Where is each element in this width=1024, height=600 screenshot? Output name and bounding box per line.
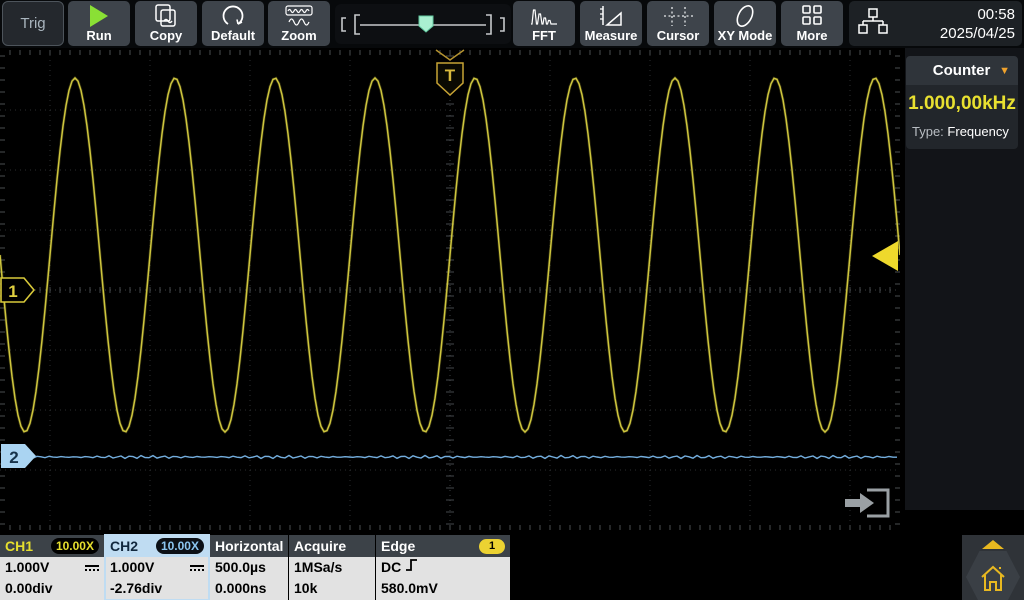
copy-icon: [153, 3, 179, 29]
acquire-status-block[interactable]: Acquire 1MSa/s 10k: [289, 535, 375, 600]
status-bar: CH1 10.00X 1.000V 0.00div CH2 10.00X 1.0…: [0, 535, 1024, 600]
lissajous-ellipse-icon: [731, 3, 759, 29]
timebase-value: 500.0µs: [215, 557, 266, 578]
ch1-offset: 0.00div: [5, 578, 52, 599]
network-lan-icon[interactable]: [856, 5, 888, 42]
cursor-button[interactable]: Cursor: [647, 1, 709, 46]
clock-panel: 00:58 2025/04/25: [849, 1, 1022, 46]
slide-out-arrow-icon[interactable]: [845, 490, 888, 516]
ch2-status-block[interactable]: CH2 10.00X 1.000V -2.76div: [105, 535, 209, 600]
measure-ruler-icon: [597, 3, 625, 29]
grid-squares-icon: [799, 3, 825, 29]
trigger-source-badge: 1: [479, 539, 505, 554]
cursor-crosshair-icon: [662, 3, 694, 29]
counter-type-value: Frequency: [947, 124, 1008, 139]
ch2-offset: -2.76div: [110, 578, 162, 599]
counter-title: Counter: [924, 62, 999, 79]
time-display: 00:58: [940, 5, 1015, 24]
xy-mode-button[interactable]: XY Mode: [714, 1, 776, 46]
horizontal-label: Horizontal: [215, 538, 283, 554]
dc-coupling-icon: [190, 565, 204, 571]
ch1-probe-badge: 10.00X: [51, 538, 99, 554]
slider-thumb[interactable]: [419, 16, 433, 32]
home-icon[interactable]: [978, 563, 1008, 598]
date-display: 2025/04/25: [940, 24, 1015, 43]
measure-button[interactable]: Measure: [580, 1, 642, 46]
top-toolbar: Trig Run Copy Default: [0, 0, 1024, 48]
chevron-down-icon[interactable]: ▼: [999, 65, 1010, 77]
trigger-level-arrow[interactable]: [872, 241, 898, 271]
ch2-label: CH2: [110, 538, 138, 554]
memory-depth-value: 10k: [294, 578, 317, 599]
ch2-position-marker[interactable]: 2: [1, 444, 36, 468]
play-icon: [90, 3, 108, 29]
counter-header[interactable]: Counter ▼: [906, 56, 1018, 85]
default-button[interactable]: Default: [202, 1, 264, 46]
fft-button[interactable]: FFT: [513, 1, 575, 46]
delay-value: 0.000ns: [215, 578, 266, 599]
copy-button[interactable]: Copy: [135, 1, 197, 46]
fft-spectrum-icon: [529, 3, 559, 29]
ch2-scale: 1.000V: [110, 557, 154, 578]
zoom-button[interactable]: Zoom: [268, 1, 330, 46]
acquire-label: Acquire: [294, 538, 346, 554]
reset-arrow-icon: [220, 3, 246, 29]
ch1-status-block[interactable]: CH1 10.00X 1.000V 0.00div: [0, 535, 104, 600]
counter-panel: Counter ▼ 1.000,00kHz Type: Frequency: [906, 56, 1018, 149]
right-sidebar: Counter ▼ 1.000,00kHz Type: Frequency: [900, 48, 1024, 535]
trigger-level-value: 580.0mV: [381, 578, 438, 599]
trigger-coupling: DC: [381, 557, 401, 578]
trig-label: Trig: [20, 15, 45, 32]
svg-text:2: 2: [9, 448, 18, 467]
waveform-display[interactable]: T 1 2: [0, 48, 900, 535]
counter-type-label: Type:: [912, 124, 944, 139]
dc-coupling-icon: [85, 565, 99, 571]
ch1-label: CH1: [5, 538, 33, 554]
ch1-position-marker[interactable]: 1: [1, 278, 34, 302]
horizontal-status-block[interactable]: Horizontal 500.0µs 0.000ns: [210, 535, 288, 600]
edge-label: Edge: [381, 538, 415, 554]
svg-text:T: T: [445, 66, 456, 85]
sample-rate-value: 1MSa/s: [294, 557, 342, 578]
ch2-probe-badge: 10.00X: [156, 538, 204, 554]
counter-value: 1.000,00kHz: [908, 93, 1016, 115]
rising-edge-icon: [405, 557, 419, 578]
more-button[interactable]: More: [781, 1, 843, 46]
ch1-scale: 1.000V: [5, 557, 49, 578]
horizontal-position-slider[interactable]: [335, 4, 511, 44]
chevron-up-icon[interactable]: [982, 540, 1004, 549]
trigger-position-marker[interactable]: T: [436, 50, 464, 95]
trigger-status-block[interactable]: Edge 1 DC 580.0mV: [376, 535, 510, 600]
run-button[interactable]: Run: [68, 1, 130, 46]
wave-zoom-icon: [284, 3, 314, 29]
trig-button[interactable]: Trig: [2, 1, 64, 46]
svg-text:1: 1: [8, 282, 17, 301]
bottom-right-corner-panel: [962, 535, 1024, 600]
